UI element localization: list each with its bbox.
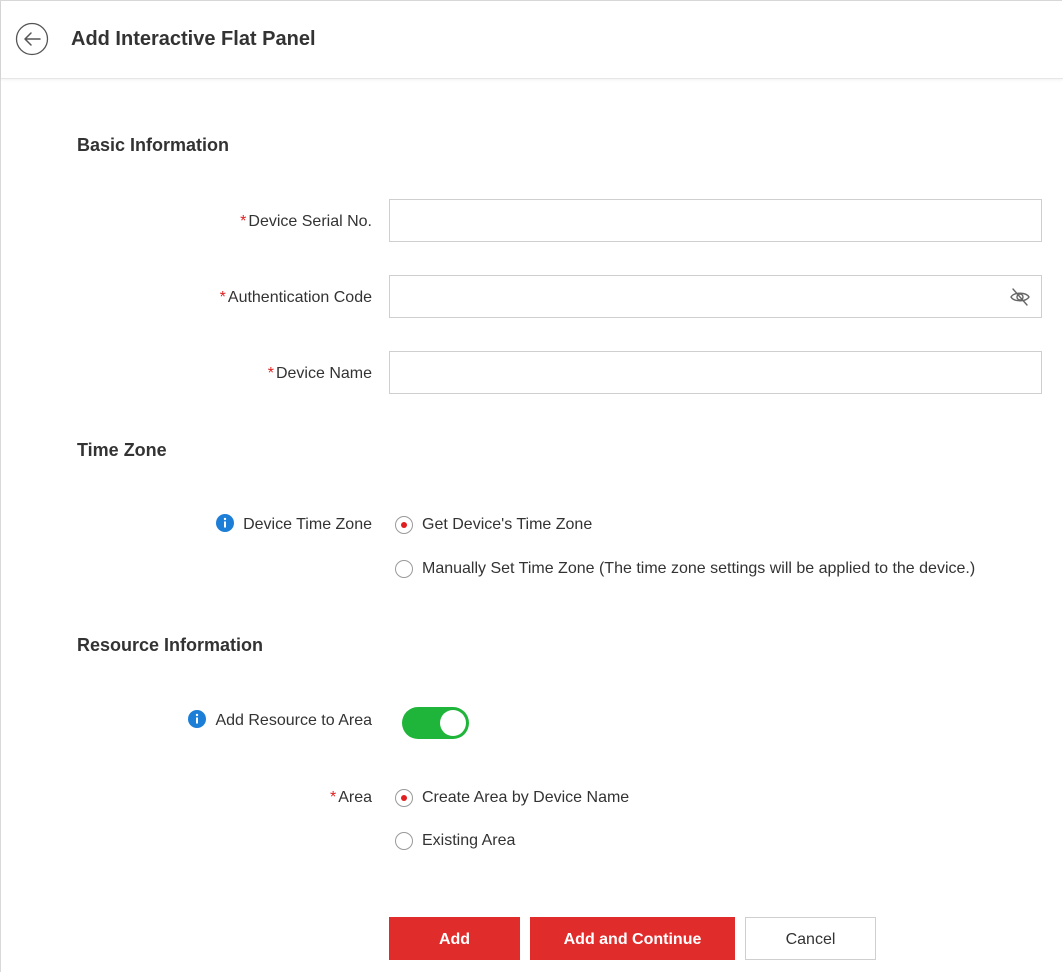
section-resource-information: Resource Information	[77, 635, 264, 655]
radio-label: Manually Set Time Zone (The time zone se…	[422, 560, 976, 577]
area-label-text: Area	[338, 789, 372, 806]
radio-manually-set-time-zone[interactable]: Manually Set Time Zone (The time zone se…	[395, 557, 1038, 581]
add-and-continue-button[interactable]: Add and Continue	[530, 917, 735, 960]
add-button[interactable]: Add	[389, 917, 520, 960]
device-name-input[interactable]	[389, 351, 1042, 394]
eye-hidden-icon[interactable]	[1009, 286, 1031, 308]
authentication-code-input[interactable]	[389, 275, 1042, 318]
required-mark: *	[329, 789, 337, 806]
device-time-zone-label: Device Time Zone	[216, 514, 372, 536]
radio-button-unchecked[interactable]	[395, 832, 413, 850]
required-mark: *	[219, 289, 226, 306]
radio-button-unchecked[interactable]	[395, 560, 413, 578]
radio-create-area-by-device-name[interactable]: Create Area by Device Name	[395, 786, 629, 810]
device-serial-label-text: Device Serial No.	[248, 213, 372, 230]
authentication-code-label-text: Authentication Code	[227, 289, 372, 306]
cancel-button[interactable]: Cancel	[745, 917, 876, 960]
info-icon[interactable]	[216, 514, 235, 532]
device-name-label: * Device Name	[268, 363, 372, 385]
radio-label: Create Area by Device Name	[422, 789, 630, 806]
section-basic-information: Basic Information	[77, 135, 230, 155]
add-resource-to-area-toggle[interactable]	[402, 707, 469, 739]
add-device-panel: Add Interactive Flat Panel Basic Informa…	[0, 0, 1063, 972]
radio-get-device-time-zone[interactable]: Get Device's Time Zone	[395, 513, 592, 537]
device-name-label-text: Device Name	[275, 365, 372, 382]
area-label: * Area	[330, 787, 372, 809]
radio-label: Existing Area	[422, 832, 516, 849]
radio-button-checked[interactable]	[395, 516, 413, 534]
device-serial-input[interactable]	[389, 199, 1042, 242]
add-resource-to-area-label-text: Add Resource to Area	[215, 712, 372, 729]
device-time-zone-label-text: Device Time Zone	[243, 516, 372, 533]
info-icon[interactable]	[188, 710, 207, 728]
radio-label: Get Device's Time Zone	[422, 516, 593, 533]
section-time-zone: Time Zone	[77, 440, 167, 460]
radio-existing-area[interactable]: Existing Area	[395, 829, 515, 853]
add-resource-to-area-label: Add Resource to Area	[188, 710, 372, 732]
required-mark: *	[267, 365, 274, 382]
radio-button-checked[interactable]	[395, 789, 413, 807]
back-arrow-icon[interactable]	[15, 22, 49, 56]
authentication-code-label: * Authentication Code	[220, 287, 372, 309]
required-mark: *	[240, 213, 247, 230]
page-title: Add Interactive Flat Panel	[71, 28, 316, 50]
toggle-knob	[440, 710, 466, 736]
page-header: Add Interactive Flat Panel	[1, 1, 1063, 79]
device-serial-label: * Device Serial No.	[240, 211, 372, 233]
